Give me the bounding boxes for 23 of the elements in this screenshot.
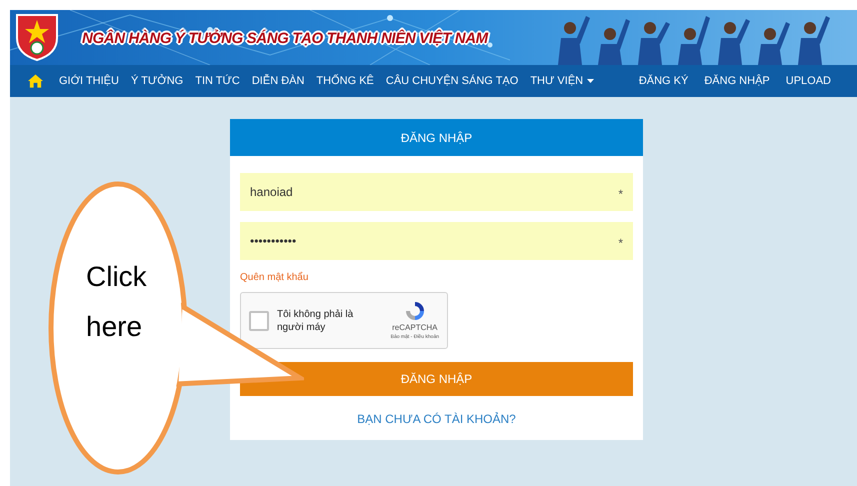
recaptcha-icon	[404, 300, 426, 322]
recaptcha-brand: reCAPTCHA	[392, 322, 438, 334]
required-mark: *	[618, 186, 623, 203]
card-title: ĐĂNG NHẬP	[400, 130, 472, 146]
nav-link[interactable]: THỐNG KÊ	[310, 72, 380, 90]
callout-text: Click here	[86, 261, 147, 342]
nav-link[interactable]: UPLOAD	[778, 72, 839, 90]
caret-icon	[587, 79, 594, 83]
nav-link[interactable]: GIỚI THIỆU	[53, 72, 125, 90]
nav-link[interactable]: Ý TƯỞNG	[124, 72, 190, 90]
home-icon[interactable]	[28, 74, 43, 88]
captcha-label: Tôi không phải là người máy	[277, 308, 354, 334]
required-mark: *	[618, 235, 623, 252]
nav-link[interactable]: ĐĂNG NHẬP	[696, 72, 778, 90]
nav-link[interactable]: DIỄN ĐÀN	[246, 72, 310, 90]
nav-link[interactable]: TIN TỨC	[189, 72, 246, 90]
site-title: NGÂN HÀNG Ý TƯỞNG SÁNG TẠO THANH NIÊN VIỆT NAM	[82, 30, 488, 47]
nav-link[interactable]: ĐĂNG KÝ	[630, 72, 696, 90]
nav-link[interactable]: CÂU CHUYỆN SÁNG TẠO	[380, 72, 524, 90]
emblem-icon	[14, 12, 60, 62]
nav-link[interactable]: THƯ VIỆN	[524, 72, 600, 90]
register-link[interactable]: BẠN CHƯA CÓ TÀI KHOẢN?	[357, 410, 516, 428]
captcha-checkbox[interactable]	[249, 310, 269, 330]
